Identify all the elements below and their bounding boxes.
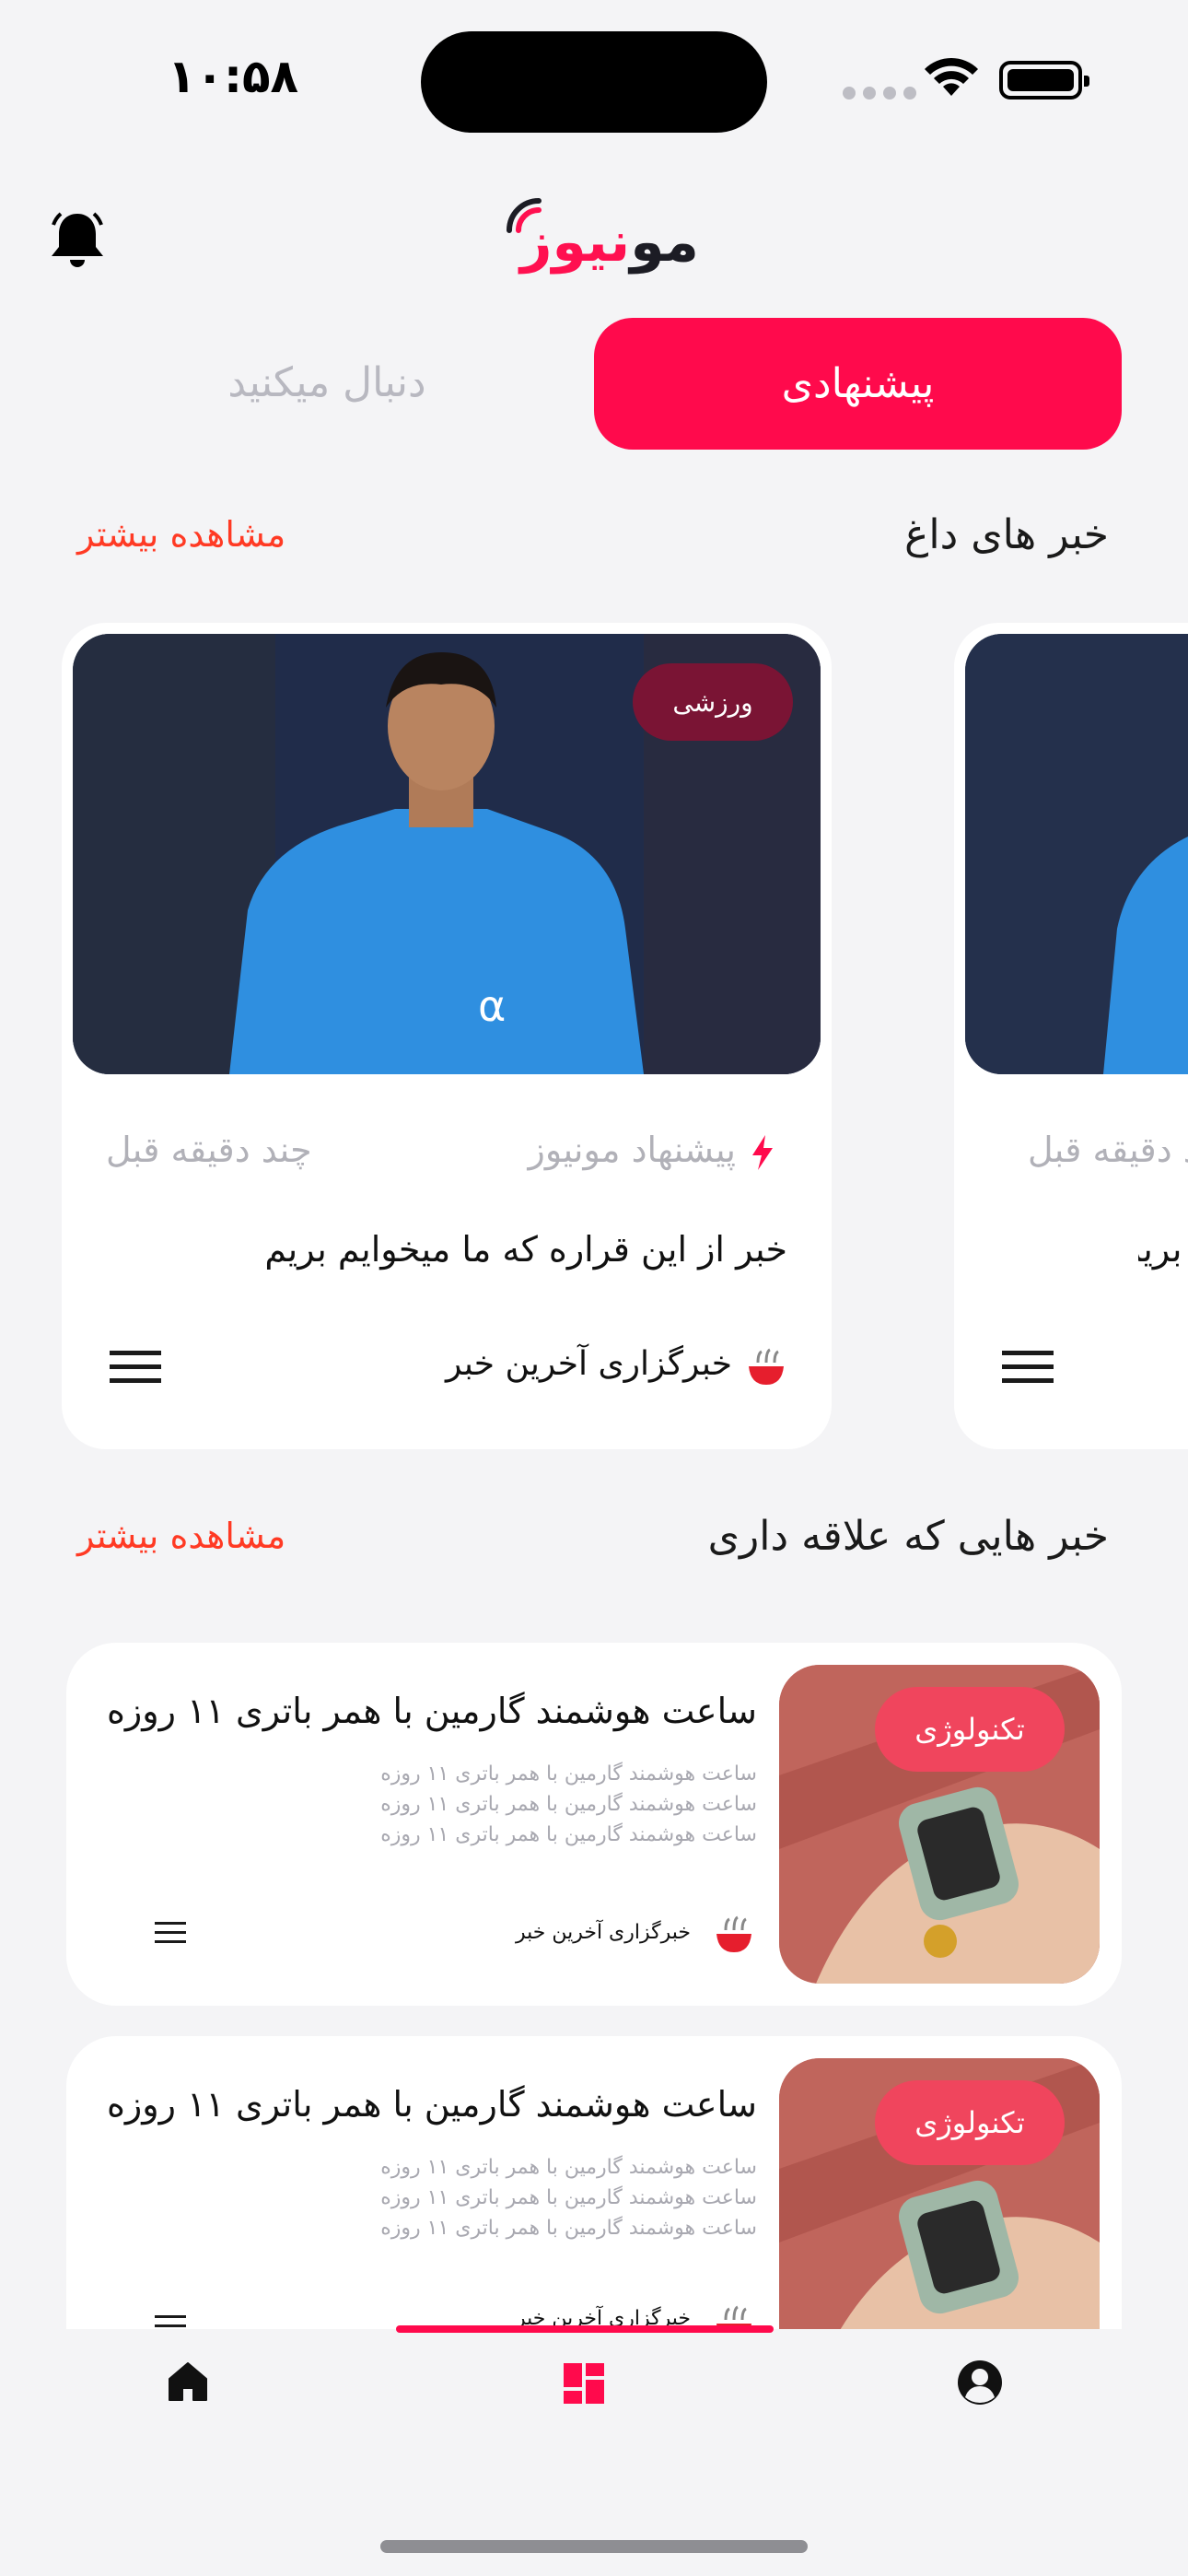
interests-see-more[interactable]: مشاهده بیشتر bbox=[77, 1516, 285, 1556]
news-image bbox=[965, 634, 1188, 1074]
lightning-icon bbox=[752, 1135, 773, 1170]
status-time: ۱۰:۵۸ bbox=[168, 50, 299, 103]
tab-suggested[interactable]: پیشنهادی bbox=[594, 318, 1122, 450]
dashboard-icon[interactable] bbox=[563, 2362, 605, 2405]
home-icon[interactable] bbox=[167, 2360, 209, 2403]
item-headline[interactable]: ساعت هوشمند گارمین با همر باتری ۱۱ روزه bbox=[107, 1691, 757, 1731]
item-agency: خبرگزاری آخرین خبر bbox=[515, 1921, 691, 1944]
menu-icon[interactable] bbox=[155, 1921, 186, 1945]
news-thumbnail: تکنولوژی bbox=[779, 1665, 1100, 1984]
item-desc-line: ساعت هوشمند گارمین با همر باتری ۱۱ روزه bbox=[380, 2156, 757, 2179]
category-badge-tech: تکنولوژی bbox=[875, 2080, 1065, 2165]
list-item-clip: تکنولوژی ساعت هوشمند گارمین با همر باتری… bbox=[66, 2036, 1122, 2329]
agency-logo-icon bbox=[749, 1348, 784, 1385]
list-item[interactable]: تکنولوژی ساعت هوشمند گارمین با همر باتری… bbox=[66, 2036, 1122, 2329]
category-badge-sport: ورزشی bbox=[633, 663, 793, 741]
hot-news-card[interactable]: چند دقیقه قبل خبر از این قراره که ما میخ… bbox=[954, 623, 1188, 1449]
card-source-tag: پیشنهاد مونیوز bbox=[528, 1130, 736, 1170]
hot-news-see-more[interactable]: مشاهده بیشتر bbox=[77, 514, 285, 555]
item-desc-line: ساعت هوشمند گارمین با همر باتری ۱۱ روزه bbox=[380, 2186, 757, 2209]
agency-logo-icon bbox=[716, 1915, 751, 1952]
bell-icon[interactable] bbox=[48, 210, 107, 271]
news-image: α ورزشی bbox=[73, 634, 821, 1074]
logo-text-mo: مو bbox=[630, 210, 699, 275]
category-badge-tech: تکنولوژی bbox=[875, 1687, 1065, 1772]
tab-following[interactable]: دنبال میکنید bbox=[203, 350, 451, 415]
svg-text:α: α bbox=[478, 981, 506, 1031]
menu-icon[interactable] bbox=[1002, 1349, 1054, 1386]
item-desc-line: ساعت هوشمند گارمین با همر باتری ۱۱ روزه bbox=[380, 1793, 757, 1816]
card-headline-clip: خبر از این قراره که ما میخوایم بریم bbox=[1138, 1229, 1188, 1284]
nav-active-indicator bbox=[396, 2325, 774, 2333]
news-thumbnail: تکنولوژی bbox=[779, 2058, 1100, 2329]
dynamic-island bbox=[421, 31, 767, 133]
item-desc-line: ساعت هوشمند گارمین با همر باتری ۱۱ روزه bbox=[380, 1823, 757, 1846]
item-desc-line: ساعت هوشمند گارمین با همر باتری ۱۱ روزه bbox=[380, 2217, 757, 2240]
card-time-clip: چند دقیقه قبل bbox=[1000, 1130, 1188, 1185]
interests-title: خبر هایی که علاقه داری bbox=[707, 1513, 1109, 1560]
card-headline[interactable]: خبر از این قراره که ما میخوایم بریم bbox=[264, 1229, 787, 1270]
hot-news-title: خبر های داغ bbox=[904, 511, 1109, 558]
menu-icon[interactable] bbox=[110, 1349, 161, 1386]
wifi-icon bbox=[925, 57, 978, 96]
card-headline[interactable]: خبر از این قراره که ما میخوایم بریم bbox=[1138, 1229, 1188, 1270]
card-agency: خبرگزاری آخرین خبر bbox=[446, 1345, 732, 1383]
list-item[interactable]: تکنولوژی ساعت هوشمند گارمین با همر باتری… bbox=[66, 1643, 1122, 2006]
profile-icon[interactable] bbox=[956, 2359, 1004, 2406]
battery-icon bbox=[999, 61, 1089, 100]
menu-icon[interactable] bbox=[155, 2314, 186, 2329]
card-time: چند دقیقه قبل bbox=[106, 1130, 312, 1170]
cellular-signal-icon bbox=[843, 87, 916, 100]
item-desc-line: ساعت هوشمند گارمین با همر باتری ۱۱ روزه bbox=[380, 1762, 757, 1786]
home-indicator bbox=[380, 2540, 808, 2553]
app-logo: مونیوز bbox=[502, 193, 699, 286]
hot-news-card[interactable]: α ورزشی پیشنهاد مونیوز چند دقیقه قبل خبر… bbox=[62, 623, 832, 1449]
item-headline[interactable]: ساعت هوشمند گارمین با همر باتری ۱۱ روزه bbox=[107, 2084, 757, 2125]
logo-text-news: نیوز bbox=[520, 210, 631, 275]
card-time: چند دقیقه قبل bbox=[1028, 1130, 1188, 1170]
